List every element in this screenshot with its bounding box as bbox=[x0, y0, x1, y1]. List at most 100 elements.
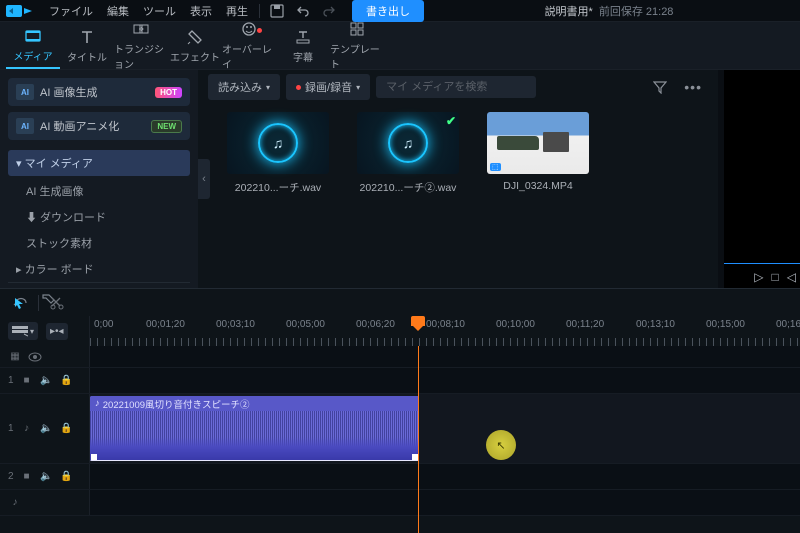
track-number: 2 bbox=[8, 471, 14, 482]
tooltab-label: エフェクト bbox=[170, 49, 220, 64]
tree-item-ai-generated[interactable]: AI 生成画像 bbox=[8, 178, 190, 204]
playhead-line[interactable] bbox=[418, 346, 419, 533]
tooltab-icon bbox=[294, 28, 312, 46]
tree-item-stock[interactable]: ストック素材 bbox=[8, 230, 190, 256]
tooltab-0[interactable]: メディア bbox=[6, 22, 60, 69]
hot-badge: HOT bbox=[155, 87, 182, 98]
record-button[interactable]: 録画/録音 ▾ bbox=[286, 74, 370, 100]
ai-icon: AI bbox=[16, 84, 34, 100]
music-note-icon: ♪ bbox=[95, 398, 100, 409]
audio-clip[interactable]: ♪20221009風切り音付きスピーチ② bbox=[90, 396, 419, 461]
undo-icon[interactable] bbox=[294, 2, 312, 20]
arrow-tool-icon[interactable] bbox=[8, 293, 30, 313]
redo-icon[interactable] bbox=[320, 2, 338, 20]
track-eye-icon[interactable] bbox=[28, 352, 42, 362]
tooltab-icon bbox=[132, 20, 150, 38]
media-item-0[interactable]: ♫202210...ーチ.wav bbox=[222, 112, 334, 195]
track-body-audio-1[interactable]: ♪20221009風切り音付きスピーチ② ↖ bbox=[90, 394, 800, 463]
badge-icon: ⬚ bbox=[490, 163, 501, 171]
cut-tool-icon[interactable] bbox=[47, 293, 69, 313]
video-thumb: ⬚ bbox=[487, 112, 589, 174]
search-input[interactable] bbox=[376, 76, 536, 98]
tooltab-label: トランジション bbox=[114, 41, 168, 71]
tooltab-label: オーバーレイ bbox=[222, 41, 276, 71]
media-label: DJI_0324.MP4 bbox=[503, 180, 572, 192]
media-label: 202210...ーチ②.wav bbox=[360, 180, 457, 195]
timeline-mode-button[interactable]: ▾ bbox=[8, 322, 38, 340]
ruler-label: 00;01;20 bbox=[146, 319, 185, 330]
mute-icon[interactable]: 🔈 bbox=[40, 471, 54, 482]
track-head-audio-1[interactable]: 1 ♪ 🔈 🔒 bbox=[0, 394, 90, 463]
track-head-video-2[interactable]: 2 ■ 🔈 🔒 bbox=[0, 464, 90, 489]
tooltab-icon bbox=[78, 28, 96, 46]
track-head-extra[interactable]: ♪ bbox=[0, 490, 90, 515]
playhead-flag-icon[interactable] bbox=[411, 316, 425, 326]
more-icon[interactable]: ••• bbox=[678, 79, 708, 95]
tooltab-3[interactable]: エフェクト bbox=[168, 22, 222, 69]
record-dot-icon bbox=[296, 85, 301, 90]
tooltab-label: テンプレート bbox=[330, 41, 384, 71]
tree-my-media[interactable]: ▾ マイ メディア bbox=[8, 150, 190, 176]
lock-icon[interactable]: 🔒 bbox=[60, 375, 74, 386]
snap-button[interactable]: ▸•◂ bbox=[46, 323, 68, 340]
menu-tools[interactable]: ツール bbox=[136, 3, 183, 19]
waveform bbox=[90, 411, 419, 461]
menu-play[interactable]: 再生 bbox=[219, 3, 255, 19]
tooltab-2[interactable]: トランジション bbox=[114, 22, 168, 69]
tree-item-downloads[interactable]: ⬇ ダウンロード bbox=[8, 204, 190, 230]
lock-icon[interactable]: 🔒 bbox=[60, 471, 74, 482]
audio-thumb: ♫ bbox=[227, 112, 329, 174]
mute-icon[interactable]: 🔈 bbox=[40, 375, 54, 386]
export-button[interactable]: 書き出し bbox=[352, 0, 424, 22]
tooltab-6[interactable]: テンプレート bbox=[330, 22, 384, 69]
video-track-icon: ■ bbox=[20, 375, 34, 386]
video-track-icon: ■ bbox=[20, 471, 34, 482]
collapse-sidebar-button[interactable]: ‹ bbox=[198, 159, 210, 199]
menu-edit[interactable]: 編集 bbox=[100, 3, 136, 19]
import-button[interactable]: 読み込み ▾ bbox=[208, 74, 280, 100]
tooltab-5[interactable]: 字幕 bbox=[276, 22, 330, 69]
ruler-label: 00;15;00 bbox=[706, 319, 745, 330]
prev-icon[interactable]: ◁ bbox=[787, 270, 796, 284]
ai-video-anime-label: AI 動画アニメ化 bbox=[40, 118, 119, 134]
ruler-label: 00;08;10 bbox=[426, 319, 465, 330]
media-item-1[interactable]: ♫✔202210...ーチ②.wav bbox=[352, 112, 464, 195]
audio-track-icon: ♪ bbox=[20, 423, 34, 434]
preview-progress bbox=[724, 263, 800, 264]
ai-video-anime-button[interactable]: AI AI 動画アニメ化 NEW bbox=[8, 112, 190, 140]
ruler-label: 00;03;10 bbox=[216, 319, 255, 330]
tooltab-icon bbox=[186, 28, 204, 46]
divider bbox=[259, 4, 260, 18]
clip-handle-left[interactable] bbox=[91, 454, 97, 460]
ai-image-gen-button[interactable]: AI AI 画像生成 HOT bbox=[8, 78, 190, 106]
ruler-label: 0;00 bbox=[94, 319, 113, 330]
stop-icon[interactable]: □ bbox=[772, 270, 779, 284]
tooltab-label: タイトル bbox=[67, 49, 107, 64]
timeline-ruler[interactable]: 0;0000;01;2000;03;1000;05;0000;06;2000;0… bbox=[90, 316, 800, 346]
tooltab-icon bbox=[24, 27, 42, 45]
media-item-2[interactable]: ⬚ DJI_0324.MP4 bbox=[482, 112, 594, 195]
menu-file[interactable]: ファイル bbox=[42, 3, 100, 19]
ruler-label: 00;11;20 bbox=[566, 319, 604, 330]
clip-label: 20221009風切り音付きスピーチ② bbox=[103, 397, 250, 411]
tooltab-1[interactable]: タイトル bbox=[60, 22, 114, 69]
audio-track-icon: ♪ bbox=[8, 497, 22, 508]
preview-panel: ▷ □ ◁ bbox=[718, 70, 800, 288]
track-body-video-1[interactable] bbox=[90, 368, 800, 393]
filter-icon[interactable] bbox=[648, 76, 672, 98]
notification-dot-icon bbox=[257, 28, 262, 33]
mute-icon[interactable]: 🔈 bbox=[40, 423, 54, 434]
ai-image-gen-label: AI 画像生成 bbox=[40, 84, 97, 100]
track-head-video-1[interactable]: 1 ■ 🔈 🔒 bbox=[0, 368, 90, 393]
track-body-video-2[interactable] bbox=[90, 464, 800, 489]
ruler-label: 00;16;2 bbox=[776, 319, 800, 330]
menu-view[interactable]: 表示 bbox=[183, 3, 219, 19]
tree-color-board[interactable]: ▸ カラー ボード bbox=[8, 256, 190, 282]
track-grid-icon[interactable]: ▦ bbox=[8, 351, 22, 362]
ruler-label: 00;13;10 bbox=[636, 319, 675, 330]
lock-icon[interactable]: 🔒 bbox=[60, 423, 74, 434]
ruler-label: 00;05;00 bbox=[286, 319, 325, 330]
save-icon[interactable] bbox=[268, 2, 286, 20]
play-icon[interactable]: ▷ bbox=[754, 270, 763, 284]
tooltab-4[interactable]: オーバーレイ bbox=[222, 22, 276, 69]
